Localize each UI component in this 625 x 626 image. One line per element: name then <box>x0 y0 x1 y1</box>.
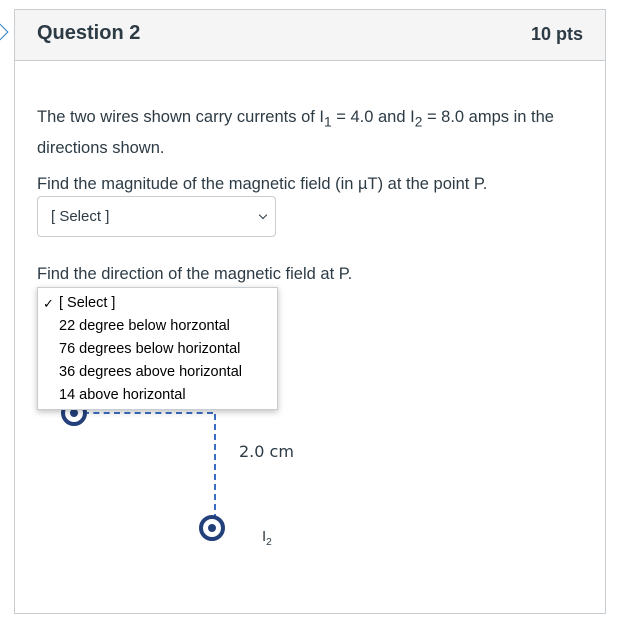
option-label: 76 degrees below horizontal <box>59 341 241 357</box>
option-label: 36 degrees above horizontal <box>59 364 242 380</box>
question-title: Question 2 <box>37 22 141 44</box>
magnitude-select-value: [ Select ] <box>51 208 110 225</box>
text-segment: The two wires shown carry currents of I <box>37 108 325 126</box>
option-label: 14 above horizontal <box>59 387 186 403</box>
dashed-line-horizontal <box>83 412 213 414</box>
dropdown-option[interactable]: 76 degrees below horizontal <box>38 338 277 361</box>
dashed-line-vertical <box>214 414 216 520</box>
option-label: [ Select ] <box>59 295 116 311</box>
checkmark-icon: ✓ <box>43 296 54 311</box>
dropdown-option[interactable]: 36 degrees above horizontal <box>38 361 277 384</box>
question-card: Question 2 10 pts The two wires shown ca… <box>14 9 606 614</box>
option-label: 22 degree below horzontal <box>59 318 230 334</box>
question-text: The two wires shown carry currents of I1… <box>37 104 589 161</box>
chevron-down-icon <box>258 210 268 220</box>
dropdown-option-select[interactable]: ✓ [ Select ] <box>38 292 277 315</box>
question-header: Question 2 10 pts <box>15 10 605 61</box>
direction-select-dropdown: ✓ [ Select ] 22 degree below horzontal 7… <box>37 287 278 410</box>
text-segment: = 4.0 and I <box>331 108 415 126</box>
wire-2-label: I2 <box>262 528 272 548</box>
distance-label: 2.0 cm <box>239 442 294 461</box>
wire-2-subscript: 2 <box>266 537 272 548</box>
dropdown-option[interactable]: 14 above horizontal <box>38 384 277 407</box>
wire-2-out-of-page-icon <box>199 515 225 541</box>
magnitude-select[interactable]: [ Select ] <box>37 196 276 237</box>
magnitude-prompt: Find the magnitude of the magnetic field… <box>37 175 488 193</box>
previous-chevron-icon[interactable] <box>0 23 9 41</box>
dropdown-option[interactable]: 22 degree below horzontal <box>38 315 277 338</box>
subscript: 1 <box>324 114 332 130</box>
direction-prompt: Find the direction of the magnetic field… <box>37 265 353 283</box>
question-points: 10 pts <box>530 24 583 44</box>
